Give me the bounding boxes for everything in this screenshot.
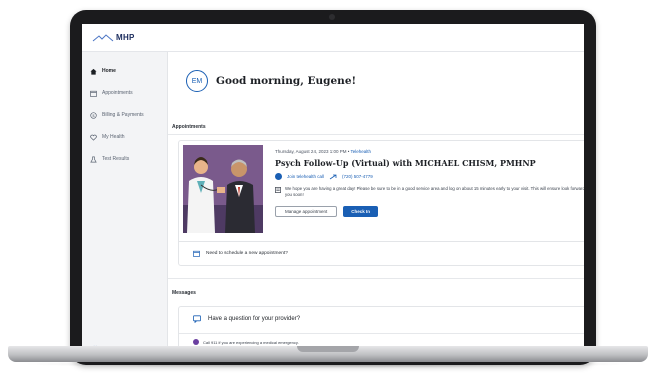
video-call-icon	[275, 173, 282, 180]
schedule-appointment-row[interactable]: Need to schedule a new appointment?	[179, 241, 584, 265]
laptop-base	[8, 346, 648, 362]
sidebar-item-home[interactable]: Home	[82, 60, 167, 82]
calendar-icon	[90, 90, 97, 97]
calendar-icon	[193, 250, 200, 257]
telehealth-illustration	[183, 145, 263, 233]
avatar[interactable]: EM	[186, 70, 208, 92]
page-title: Good morning, Eugene!	[216, 75, 357, 87]
sidebar-item-label: Home	[102, 68, 116, 74]
laptop-notch	[297, 346, 359, 352]
heart-icon	[90, 134, 97, 141]
appointment-note: We hope you are having a great day! Plea…	[275, 186, 584, 198]
appointment-datetime: Thursday, August 24, 2023 1:00 PM •	[275, 149, 350, 154]
sidebar-item-appointments[interactable]: Appointments	[82, 82, 167, 104]
appointment-actions: Manage appointment Check In	[275, 205, 584, 217]
laptop-screen: MHP Home Appointments $ Billing & Paymen…	[82, 24, 584, 360]
appointment-type-tag: Telehealth	[350, 149, 371, 154]
section-divider	[168, 134, 584, 135]
section-divider	[168, 278, 584, 279]
messages-section-title: Messages	[172, 290, 196, 296]
sidebar-item-billing[interactable]: $ Billing & Payments	[82, 104, 167, 126]
join-telehealth-link[interactable]: Join telehealth call	[287, 174, 324, 179]
emergency-notice: Call 911 if you are experiencing a medic…	[193, 339, 299, 345]
sidebar-item-label: Appointments	[102, 90, 133, 96]
home-icon	[90, 68, 97, 75]
sidebar: Home Appointments $ Billing & Payments M…	[82, 52, 168, 360]
note-icon	[275, 187, 281, 193]
link-icon	[329, 174, 337, 179]
flask-icon	[90, 156, 97, 162]
laptop-lid: MHP Home Appointments $ Billing & Paymen…	[70, 10, 596, 365]
appointment-title: Psych Follow-Up (Virtual) with MICHAEL C…	[275, 158, 536, 168]
alert-icon	[193, 339, 199, 345]
sidebar-item-test-results[interactable]: Test Results	[82, 148, 167, 170]
doctor-patient-illustration-icon	[183, 145, 263, 233]
card-divider	[179, 333, 584, 334]
chat-icon	[193, 315, 201, 323]
appointment-note-text: We hope you are having a great day! Plea…	[285, 186, 584, 197]
join-row: Join telehealth call (720) 507-4779	[275, 173, 584, 180]
sidebar-item-label: Billing & Payments	[102, 112, 144, 118]
emergency-text: Call 911 if you are experiencing a medic…	[203, 339, 299, 345]
message-provider-row[interactable]: Have a question for your provider?	[193, 315, 300, 323]
top-bar: MHP	[82, 24, 584, 52]
stage: MHP Home Appointments $ Billing & Paymen…	[0, 0, 655, 380]
logo-text: MHP	[116, 33, 135, 42]
schedule-appointment-link[interactable]: Need to schedule a new appointment?	[206, 251, 288, 256]
appointment-date: Thursday, August 24, 2023 1:00 PM • Tele…	[275, 149, 584, 154]
billing-icon: $	[90, 111, 97, 119]
phone-link[interactable]: (720) 507-4779	[342, 174, 373, 179]
manage-appointment-button[interactable]: Manage appointment	[275, 205, 338, 217]
sidebar-item-label: My Health	[102, 134, 125, 140]
sidebar-item-label: Test Results	[102, 156, 130, 162]
check-in-button[interactable]: Check In	[343, 205, 379, 217]
appointment-card: Thursday, August 24, 2023 1:00 PM • Tele…	[178, 140, 584, 266]
main-content: EM Good morning, Eugene! Appointments Th…	[168, 52, 584, 360]
greeting: EM Good morning, Eugene!	[186, 70, 356, 92]
logo[interactable]: MHP	[92, 33, 135, 43]
appointments-section-title: Appointments	[172, 124, 206, 130]
svg-text:$: $	[92, 112, 95, 117]
camera-icon	[329, 14, 335, 20]
appointment-info: Thursday, August 24, 2023 1:00 PM • Tele…	[275, 149, 584, 217]
message-question-label: Have a question for your provider?	[208, 316, 301, 322]
logo-mountain-icon	[92, 33, 114, 41]
sidebar-item-my-health[interactable]: My Health	[82, 126, 167, 148]
